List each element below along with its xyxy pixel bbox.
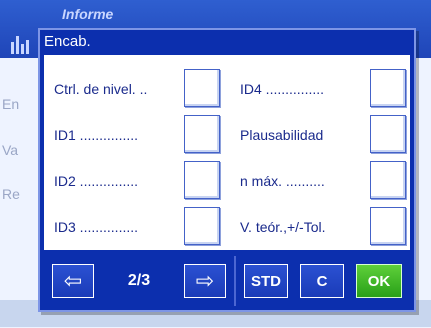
page-indicator: 2/3 [127,272,151,289]
checkbox-id1[interactable] [184,115,220,153]
prev-page-button[interactable]: ⇦ [52,264,94,298]
std-button[interactable]: STD [244,264,288,298]
dialog-content: Ctrl. de nivel. .. ID1 ............... I… [44,55,410,250]
checkbox-level-control[interactable] [184,69,220,107]
background-label: En [2,96,20,112]
item-label-id4: ID4 ............... [240,81,325,97]
ok-button[interactable]: OK [356,264,402,298]
checkbox-target-tolerance[interactable] [370,207,406,245]
dialog-button-bar: ⇦ 2/3 ⇨ STD C OK [44,256,410,306]
background-label: Va [2,142,19,158]
item-label-id2: ID2 ............... [54,173,139,189]
checkbox-id4[interactable] [370,69,406,107]
next-page-button[interactable]: ⇨ [184,264,226,298]
button-divider [234,256,236,306]
arrow-right-icon: ⇨ [195,268,215,293]
checkbox-n-max[interactable] [370,161,406,199]
clear-button[interactable]: C [300,264,344,298]
arrow-left-icon: ⇦ [63,268,83,293]
background-label: Re [2,186,20,202]
item-label-n-max: n máx. .......... [240,173,325,189]
background-title: Informe [62,6,114,22]
item-label-target-tolerance: V. teór.,+/-Tol. [240,219,326,235]
item-label-plausibility: Plausabilidad [240,127,324,143]
balance-logo-icon [11,36,29,54]
checkbox-id3[interactable] [184,207,220,245]
header-settings-dialog: Encab. Ctrl. de nivel. .. ID1 ..........… [38,28,416,312]
checkbox-id2[interactable] [184,161,220,199]
item-label-id1: ID1 ............... [54,127,139,143]
item-label-level-control: Ctrl. de nivel. .. [54,81,148,97]
dialog-title: Encab. [44,33,91,50]
item-label-id3: ID3 ............... [54,219,139,235]
checkbox-plausibility[interactable] [370,115,406,153]
